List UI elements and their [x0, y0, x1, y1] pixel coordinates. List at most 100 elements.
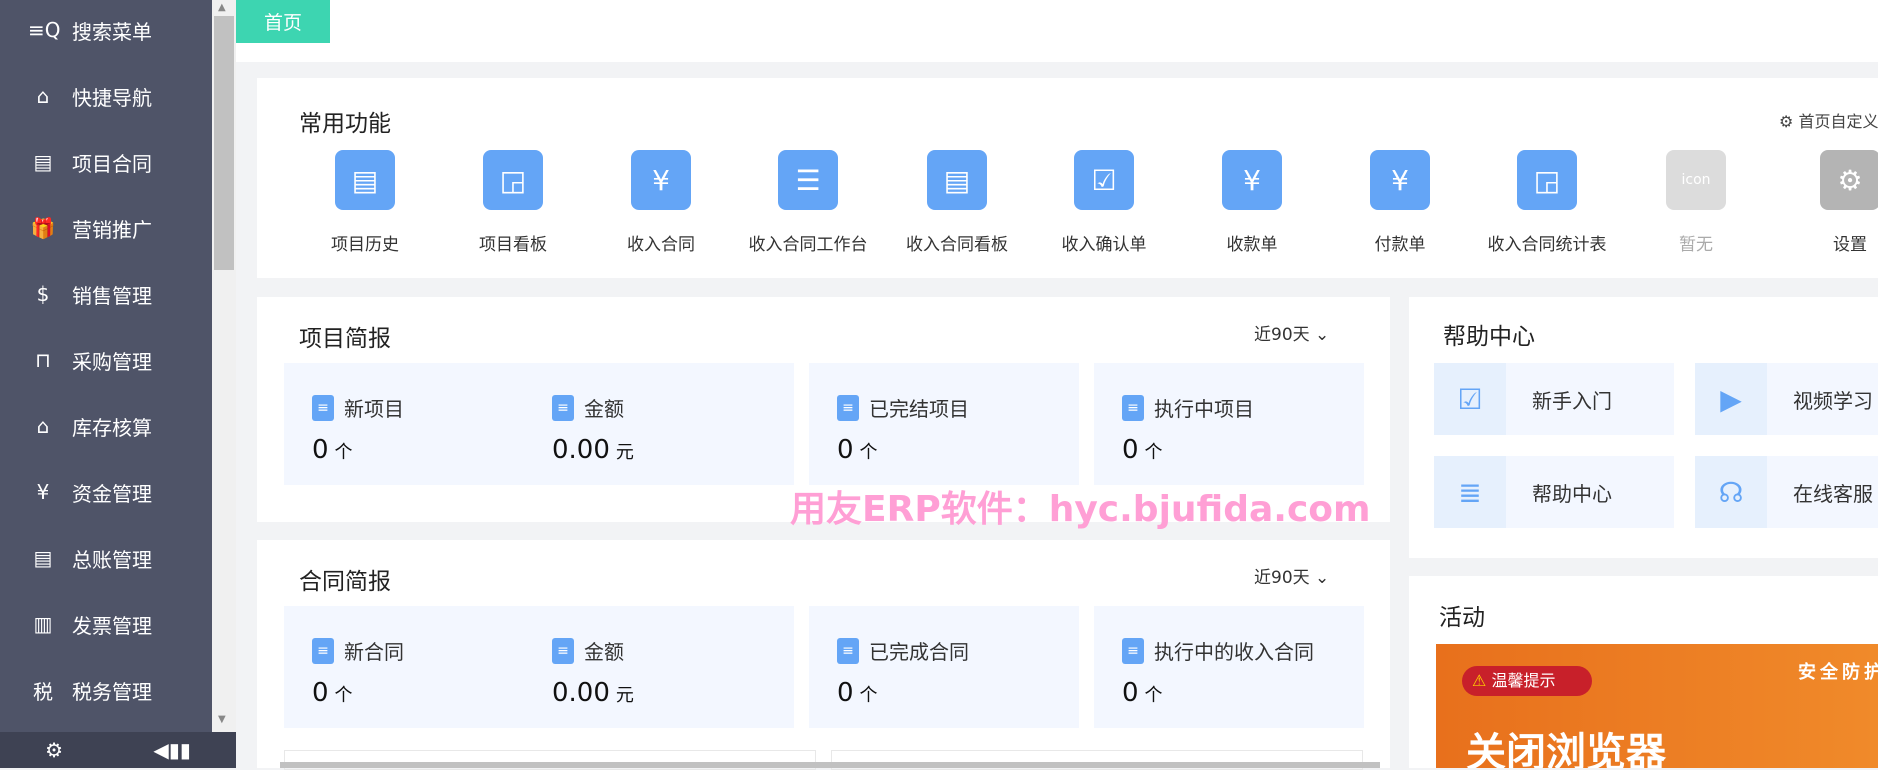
project-stat-box: [284, 363, 794, 485]
sidebar-item-9[interactable]: ▥ 发票管理: [0, 599, 212, 649]
sidebar-item-label: 快捷导航: [72, 85, 152, 110]
sidebar-item-5[interactable]: ⊓ 采购管理: [0, 335, 212, 385]
banner-headline: 关闭浏览器: [1466, 730, 1666, 768]
help-item-icon: ☑: [1434, 363, 1506, 435]
sidebar-item-4[interactable]: $ 销售管理: [0, 269, 212, 319]
stat-icon: ≡: [837, 637, 859, 664]
quick-item-icon: ☰: [778, 150, 838, 210]
sidebar-item-2[interactable]: ▤ 项目合同: [0, 137, 212, 187]
help-item-1[interactable]: ▶ 视频学习: [1695, 363, 1878, 435]
quick-item-icon: ¥: [1370, 150, 1430, 210]
tab-home[interactable]: 首页: [236, 0, 330, 43]
sidebar-item-1[interactable]: ⌂ 快捷导航: [0, 71, 212, 121]
project-stat-box: [1094, 363, 1364, 485]
quick-item-9[interactable]: icon 暂无: [1621, 150, 1771, 255]
warning-icon: ⚠: [1472, 671, 1492, 690]
search-menu-icon: ≡Q: [28, 18, 61, 42]
project-range-dropdown[interactable]: 近90天 ⌄: [1254, 320, 1329, 345]
sidebar-item-6[interactable]: ⌂ 库存核算: [0, 401, 212, 451]
quick-item-label: 项目看板: [479, 235, 547, 255]
quick-item-10[interactable]: ⚙ 设置: [1775, 150, 1878, 255]
sidebar-item-label: 采购管理: [72, 349, 152, 374]
contract-stat-label: ≡ 已完成合同: [837, 636, 969, 665]
sidebar-item-8[interactable]: ▤ 总账管理: [0, 533, 212, 583]
contract-icon: ▤: [33, 150, 53, 174]
sidebar: ≡Q 搜索菜单 ⌂ 快捷导航 ▤ 项目合同 🎁 营销推广 $ 销售管理 ⊓ 采购管理 ⌂ 库存核算 ¥ 资金管…: [0, 0, 212, 768]
contract-stat-value: 0个: [837, 678, 878, 708]
sidebar-item-label: 搜索菜单: [72, 19, 152, 44]
quick-functions-title: 常用功能: [299, 111, 391, 137]
help-item-icon: ≣: [1434, 456, 1506, 528]
gear-icon: ⚙: [1779, 112, 1799, 131]
scroll-up-arrow[interactable]: ▲: [218, 2, 226, 13]
sidebar-item-10[interactable]: 税税务管理: [0, 665, 212, 715]
contract-stat-label: ≡ 执行中的收入合同: [1122, 636, 1314, 665]
quick-item-label: 设置: [1833, 235, 1867, 255]
help-item-2[interactable]: ≣ 帮助中心: [1434, 456, 1674, 528]
collapse-icon[interactable]: ◀▮▮: [153, 738, 190, 762]
quick-item-label: 收款单: [1226, 235, 1278, 255]
quick-item-3[interactable]: ☰ 收入合同工作台: [733, 150, 883, 255]
project-stat-label: ≡ 新项目: [312, 393, 404, 422]
quick-item-icon: icon: [1666, 150, 1726, 210]
sidebar-item-0[interactable]: ≡Q 搜索菜单: [0, 5, 212, 55]
contract-stat-label: ≡ 新合同: [312, 636, 404, 665]
contract-stat-label: ≡ 金额: [552, 636, 624, 665]
customize-home-link[interactable]: ⚙ 首页自定义: [1779, 108, 1878, 132]
project-stat-value: 0个: [312, 435, 353, 465]
project-brief-title: 项目简报: [299, 326, 391, 352]
activity-banner[interactable]: ⚠ 温馨提示 关闭浏览器 安全防护: [1436, 644, 1878, 768]
contract-stat-box: [1094, 606, 1364, 728]
tax-icon: 税: [33, 679, 53, 704]
stat-icon: ≡: [1122, 637, 1144, 664]
quick-item-0[interactable]: ▤ 项目历史: [290, 150, 440, 255]
quick-item-4[interactable]: ▤ 收入合同看板: [882, 150, 1032, 255]
project-stat-label: ≡ 金额: [552, 393, 624, 422]
horizontal-scrollbar[interactable]: [280, 762, 1380, 768]
project-stat-value: 0.00 元: [552, 435, 634, 465]
project-stat-label: ≡ 执行中项目: [1122, 393, 1254, 422]
contract-stat-value: 0.00 元: [552, 678, 634, 708]
sidebar-scrollbar-thumb[interactable]: [214, 16, 234, 270]
sidebar-item-3[interactable]: 🎁 营销推广: [0, 203, 212, 253]
quick-item-8[interactable]: ◲ 收入合同统计表: [1472, 150, 1622, 255]
help-item-3[interactable]: ☊ 在线客服: [1695, 456, 1878, 528]
help-center-title: 帮助中心: [1443, 324, 1535, 350]
quick-item-label: 收入确认单: [1061, 235, 1147, 255]
contract-brief-title: 合同简报: [299, 569, 391, 595]
watermark: 用友ERP软件：hyc.bjufida.com: [790, 489, 1371, 530]
scroll-down-arrow[interactable]: ▼: [218, 714, 226, 725]
contract-stat-value: 0个: [1122, 678, 1163, 708]
banner-side-text: 安全防护: [1798, 662, 1878, 683]
warehouse-icon: ⌂: [36, 414, 50, 438]
quick-item-label: 项目历史: [331, 235, 399, 255]
settings-icon[interactable]: ⚙: [45, 738, 63, 762]
home-icon: ⌂: [36, 84, 50, 108]
quick-item-label: 收入合同看板: [906, 235, 1008, 255]
contract-range-dropdown[interactable]: 近90天 ⌄: [1254, 563, 1329, 588]
quick-item-icon: ◲: [1517, 150, 1577, 210]
quick-item-label: 收入合同统计表: [1487, 235, 1607, 255]
quick-item-2[interactable]: ¥ 收入合同: [586, 150, 736, 255]
quick-item-icon: ☑: [1074, 150, 1134, 210]
quick-item-5[interactable]: ☑ 收入确认单: [1029, 150, 1179, 255]
quick-item-icon: ◲: [483, 150, 543, 210]
quick-item-label: 收入合同: [627, 235, 695, 255]
sidebar-item-label: 发票管理: [72, 613, 152, 638]
notice-badge: ⚠ 温馨提示: [1462, 666, 1592, 696]
sidebar-item-label: 项目合同: [72, 151, 152, 176]
quick-item-7[interactable]: ¥ 付款单: [1325, 150, 1475, 255]
sidebar-item-label: 库存核算: [72, 415, 152, 440]
project-stat-value: 0个: [1122, 435, 1163, 465]
quick-item-icon: ¥: [631, 150, 691, 210]
quick-item-icon: ▤: [335, 150, 395, 210]
quick-item-1[interactable]: ◲ 项目看板: [438, 150, 588, 255]
help-item-0[interactable]: ☑ 新手入门: [1434, 363, 1674, 435]
project-stat-label: ≡ 已完结项目: [837, 393, 969, 422]
help-item-label: 视频学习: [1793, 388, 1873, 413]
contract-stat-box: [809, 606, 1079, 728]
contract-stat-value: 0个: [312, 678, 353, 708]
stat-icon: ≡: [1122, 394, 1144, 421]
sidebar-item-7[interactable]: ¥ 资金管理: [0, 467, 212, 517]
quick-item-6[interactable]: ¥ 收款单: [1177, 150, 1327, 255]
